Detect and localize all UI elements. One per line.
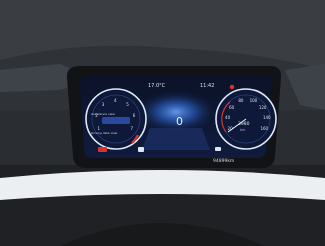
warning-red-icon bbox=[98, 147, 107, 152]
gauge-tick-label: 60 bbox=[229, 104, 235, 110]
odometer: 94899km bbox=[213, 159, 235, 164]
gauge-tick-label: 5 bbox=[126, 101, 129, 107]
gauge-tick-label: 120 bbox=[258, 104, 267, 110]
clock-time: 11:42 bbox=[200, 83, 215, 89]
gauge-tick-label: 20 bbox=[227, 126, 233, 131]
gauge-tick-label: 80 bbox=[238, 98, 244, 104]
trip-unit: km bbox=[240, 128, 246, 132]
gauge-tick-label: 3 bbox=[101, 101, 105, 107]
gauge-tick-label: 2 bbox=[95, 113, 98, 119]
assist-car-icon bbox=[102, 117, 130, 124]
temperature-icon bbox=[229, 84, 235, 90]
fuel-icon bbox=[138, 147, 144, 152]
left-gauge-label-2: Driving data view bbox=[91, 131, 118, 135]
gauge-tick-label: 140 bbox=[262, 115, 271, 121]
trip-value: 3980 bbox=[238, 122, 250, 127]
dashboard-scene bbox=[0, 0, 325, 246]
gear-indicator: 0 bbox=[176, 115, 183, 128]
outside-temperature: 17.0°C bbox=[148, 83, 166, 89]
gauge-tick-label: 160 bbox=[260, 126, 269, 131]
gauge-tick-label: 40 bbox=[225, 115, 231, 121]
road-graphic bbox=[142, 128, 210, 150]
gauge-tick-label: 100 bbox=[249, 98, 258, 104]
gauge-tick-label: 4 bbox=[114, 97, 117, 103]
gauge-tick-label: 6 bbox=[132, 113, 136, 119]
battery-icon bbox=[215, 147, 221, 151]
gauge-tick-label: 7 bbox=[130, 126, 133, 131]
gauge-tick-label: 1 bbox=[97, 126, 101, 131]
